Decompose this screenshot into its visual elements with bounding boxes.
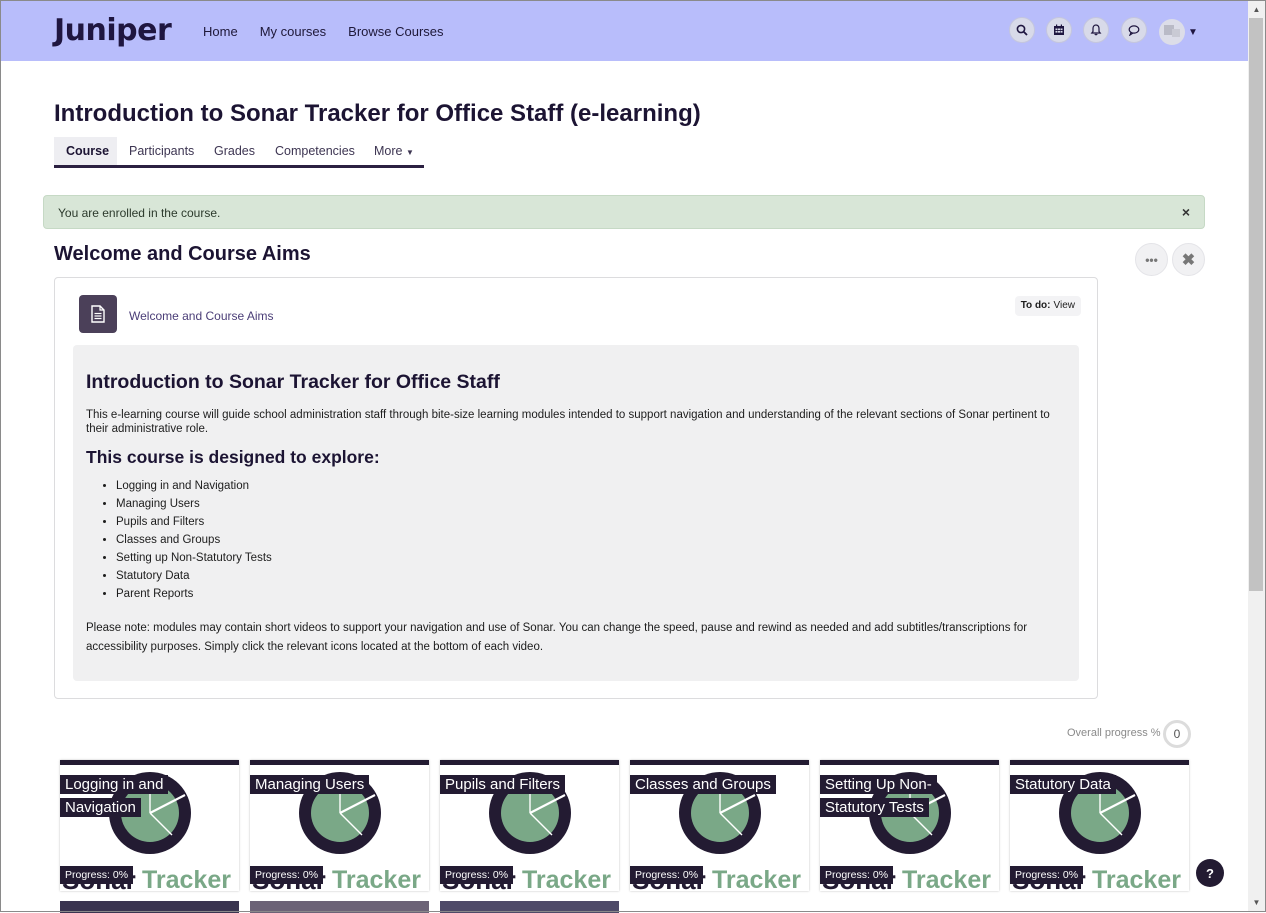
list-item: Managing Users	[116, 495, 272, 513]
module-title-line: Statutory Data	[1010, 775, 1116, 794]
content-heading: Introduction to Sonar Tracker for Office…	[86, 371, 500, 393]
close-icon: ✖	[1181, 251, 1196, 269]
scrollbar-thumb[interactable]	[1249, 18, 1263, 591]
module-progress: Progress: 0%	[820, 866, 894, 884]
help-button[interactable]: ?	[1196, 859, 1224, 887]
module-tile[interactable]: SonarTrackerManaging UsersProgress: 0%	[250, 760, 429, 891]
tab-more-label: More	[374, 144, 403, 158]
svg-text:Tracker: Tracker	[902, 866, 991, 891]
tab-more[interactable]: More ▼	[374, 144, 414, 158]
module-tile-partial[interactable]	[60, 901, 239, 913]
nav-my-courses-link[interactable]: My courses	[260, 24, 326, 39]
module-tile[interactable]: SonarTrackerPupils and FiltersProgress: …	[440, 760, 619, 891]
nav-browse-courses-link[interactable]: Browse Courses	[348, 24, 443, 39]
list-item: Pupils and Filters	[116, 513, 272, 531]
messages-button[interactable]	[1121, 17, 1147, 43]
module-title: Setting Up Non- Statutory Tests	[820, 773, 937, 819]
svg-text:Tracker: Tracker	[1092, 866, 1181, 891]
tab-grades[interactable]: Grades	[214, 144, 255, 158]
module-title-line: Logging in and	[60, 775, 169, 794]
close-icon[interactable]: ×	[1182, 204, 1190, 220]
module-title: Pupils and Filters	[440, 773, 566, 796]
overall-progress-label: Overall progress %	[1067, 727, 1161, 739]
todo-badge: To do: View	[1014, 296, 1081, 316]
module-tile[interactable]: SonarTrackerStatutory DataProgress: 0%	[1010, 760, 1189, 891]
todo-label: To do:	[1020, 300, 1051, 311]
module-progress: Progress: 0%	[1010, 866, 1084, 884]
module-tile-partial[interactable]	[250, 901, 429, 913]
module-title-line: Statutory Tests	[820, 798, 929, 817]
module-title: Managing Users	[250, 773, 370, 796]
alert-message: You are enrolled in the course.	[58, 206, 221, 220]
module-title-line: Managing Users	[250, 775, 370, 794]
ellipsis-icon: •••	[1145, 252, 1158, 267]
chat-icon	[1128, 25, 1140, 36]
tab-participants[interactable]: Participants	[129, 144, 194, 158]
tab-competencies[interactable]: Competencies	[275, 144, 355, 158]
course-tabs: Course Participants Grades Competencies …	[54, 137, 424, 168]
module-tile-partial[interactable]	[440, 901, 619, 913]
module-progress: Progress: 0%	[250, 866, 324, 884]
collapse-button[interactable]: ✖	[1172, 243, 1205, 276]
user-avatar[interactable]	[1159, 19, 1185, 45]
section-title: Welcome and Course Aims	[54, 243, 311, 265]
module-title-line: Navigation	[60, 798, 141, 817]
module-progress: Progress: 0%	[60, 866, 134, 884]
activity-description: Introduction to Sonar Tracker for Office…	[73, 345, 1079, 681]
svg-text:Tracker: Tracker	[142, 866, 231, 891]
module-title: Statutory Data	[1010, 773, 1116, 796]
primary-nav: Home My courses Browse Courses	[203, 24, 466, 39]
activity-card: Welcome and Course Aims To do: View Intro…	[54, 277, 1098, 699]
search-button[interactable]	[1009, 17, 1035, 43]
module-title-line: Pupils and Filters	[440, 775, 566, 794]
module-title: Classes and Groups	[630, 773, 776, 796]
scroll-up-arrow-icon[interactable]: ▲	[1248, 1, 1265, 18]
svg-text:Tracker: Tracker	[712, 866, 801, 891]
module-tile[interactable]: SonarTrackerLogging in andNavigationProg…	[60, 760, 239, 891]
more-options-button[interactable]: •••	[1135, 243, 1168, 276]
site-logo[interactable]: Juniper	[54, 13, 172, 48]
list-item: Statutory Data	[116, 567, 272, 585]
list-item: Parent Reports	[116, 585, 272, 603]
overall-progress-ring: 0	[1163, 720, 1191, 748]
list-item: Classes and Groups	[116, 531, 272, 549]
list-item: Setting up Non-Statutory Tests	[116, 549, 272, 567]
module-tile[interactable]: SonarTrackerSetting Up Non-Statutory Tes…	[820, 760, 999, 891]
svg-text:Tracker: Tracker	[332, 866, 421, 891]
tab-course[interactable]: Course	[66, 144, 109, 158]
note-paragraph: Please note: modules may contain short v…	[86, 622, 1028, 653]
calendar-icon	[1054, 24, 1064, 35]
scroll-down-arrow-icon[interactable]: ▼	[1248, 894, 1265, 911]
search-icon	[1016, 24, 1028, 36]
overall-progress-value: 0	[1173, 727, 1181, 741]
module-title-line: Classes and Groups	[630, 775, 776, 794]
page-scrollbar[interactable]: ▲ ▼	[1248, 1, 1265, 911]
page-title: Introduction to Sonar Tracker for Office…	[54, 100, 701, 127]
nav-home-link[interactable]: Home	[203, 24, 238, 39]
explore-heading: This course is designed to explore:	[86, 447, 380, 467]
notifications-button[interactable]	[1083, 17, 1109, 43]
page-icon	[79, 295, 117, 333]
svg-text:Tracker: Tracker	[522, 866, 611, 891]
top-navbar: Juniper Home My courses Browse Courses ▼	[1, 1, 1248, 61]
chevron-down-icon[interactable]: ▼	[1188, 27, 1198, 38]
todo-value: View	[1053, 300, 1076, 311]
enrolment-alert: You are enrolled in the course. ×	[43, 195, 1205, 229]
module-title: Logging in and Navigation	[60, 773, 169, 819]
module-tile[interactable]: SonarTrackerClasses and GroupsProgress: …	[630, 760, 809, 891]
intro-paragraph: This e-learning course will guide school…	[86, 409, 1050, 435]
topic-list: Logging in and Navigation Managing Users…	[86, 477, 272, 603]
module-progress: Progress: 0%	[440, 866, 514, 884]
bell-icon	[1090, 24, 1102, 36]
activity-link[interactable]: Welcome and Course Aims	[129, 309, 274, 323]
calendar-button[interactable]	[1046, 17, 1072, 43]
module-progress: Progress: 0%	[630, 866, 704, 884]
module-title-line: Setting Up Non-	[820, 775, 937, 794]
chevron-down-icon: ▼	[405, 148, 414, 157]
list-item: Logging in and Navigation	[116, 477, 272, 495]
